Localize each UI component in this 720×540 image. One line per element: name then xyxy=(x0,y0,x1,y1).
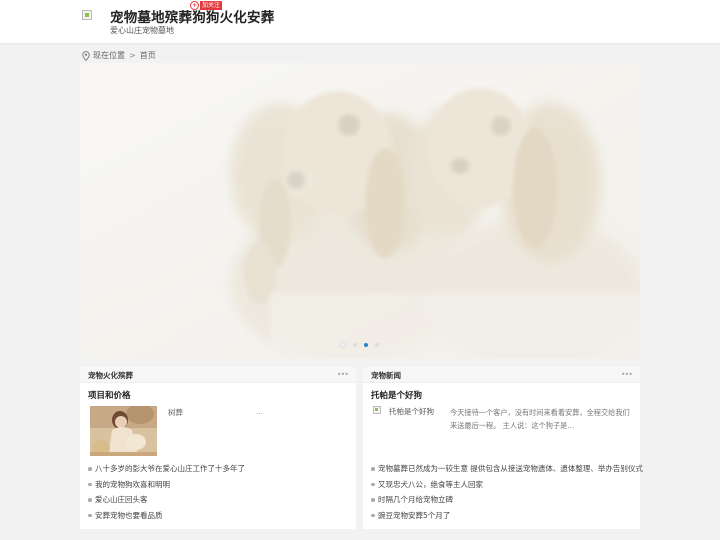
banner-slider[interactable] xyxy=(80,63,640,359)
news-list: 宠物墓葬已然成为一较生意 提供包含从接送宠物遗体、遗体整理、举办告别仪式 又现忠… xyxy=(371,461,643,523)
pet-news-panel: 宠物新闻 ••• 托帕是个好狗 托帕是个好狗 今天接待一个客户，没有时间来看着安… xyxy=(363,367,643,529)
list-item[interactable]: 安葬宠物也要看品质 xyxy=(88,508,245,524)
breadcrumb: 现在位置 > 首页 xyxy=(82,50,156,61)
logo-broken-image-icon[interactable] xyxy=(82,10,92,20)
slide-dot-2[interactable] xyxy=(353,343,357,347)
product-name[interactable]: 树葬 xyxy=(168,407,183,418)
list-item[interactable]: 爱心山庄回头客 xyxy=(88,492,245,508)
product-thumbnail[interactable] xyxy=(90,406,157,456)
panel-header: 宠物火化殡葬 ••• xyxy=(80,367,356,383)
plus-circle-icon: + xyxy=(190,0,199,10)
list-item[interactable]: 我的宠物狗欢喜和明明 xyxy=(88,477,245,493)
ellipsis-text: ... xyxy=(256,407,264,416)
slide-dot-4[interactable] xyxy=(375,343,379,347)
breadcrumb-label: 现在位置 xyxy=(93,51,125,60)
list-item[interactable]: 又现忠犬八公，绝食等主人回家 xyxy=(371,477,643,493)
more-icon[interactable]: ••• xyxy=(621,370,633,379)
broken-image-icon xyxy=(373,406,381,414)
woman-with-dog-photo xyxy=(90,406,157,456)
article-list: 八十多岁的彭大爷在爱心山庄工作了十多年了 我的宠物狗欢喜和明明 爱心山庄回头客 … xyxy=(88,461,245,523)
banner-pagination xyxy=(340,342,386,348)
panel-title[interactable]: 宠物新闻 xyxy=(371,370,401,381)
breadcrumb-home-link[interactable]: 首页 xyxy=(140,50,156,61)
section-subtitle[interactable]: 项目和价格 xyxy=(88,389,131,401)
panel-title[interactable]: 宠物火化殡葬 xyxy=(88,370,133,381)
list-item[interactable]: 豌豆宠物安葬5个月了 xyxy=(371,508,643,524)
follow-label: 加关注 xyxy=(200,0,223,10)
news-image-alt-text: 托帕是个好狗 xyxy=(389,407,434,416)
follow-button[interactable]: + 加关注 xyxy=(190,0,223,10)
site-subtitle: 爱心山庄宠物墓地 xyxy=(110,26,174,35)
list-item[interactable]: 宠物墓葬已然成为一较生意 提供包含从接送宠物遗体、遗体整理、举办告别仪式 xyxy=(371,461,643,477)
list-item[interactable]: 八十多岁的彭大爷在爱心山庄工作了十多年了 xyxy=(88,461,245,477)
list-item[interactable]: 时隔几个月给宠物立碑 xyxy=(371,492,643,508)
cremation-panel: 宠物火化殡葬 ••• 项目和价格 树葬 ... 八十多岁的彭大爷在爱心山庄工作了… xyxy=(80,367,356,529)
news-image[interactable]: 托帕是个好狗 xyxy=(373,406,434,417)
panel-header: 宠物新闻 ••• xyxy=(363,367,640,383)
banner-dogs-image xyxy=(80,63,640,359)
more-icon[interactable]: ••• xyxy=(337,370,349,379)
site-header: 宠物墓地殡葬狗狗火化安葬 + 加关注 爱心山庄宠物墓地 xyxy=(0,0,720,43)
location-pin-icon xyxy=(82,50,90,61)
news-summary: 今天接待一个客户，没有时间来看着安葬，全程交给我们来送最后一程。 主人说：这个狗… xyxy=(450,408,630,430)
slide-dot-3[interactable] xyxy=(364,343,368,347)
breadcrumb-separator: > xyxy=(129,51,136,60)
slide-dot-1[interactable] xyxy=(340,342,346,348)
news-headline[interactable]: 托帕是个好狗 xyxy=(371,389,422,401)
